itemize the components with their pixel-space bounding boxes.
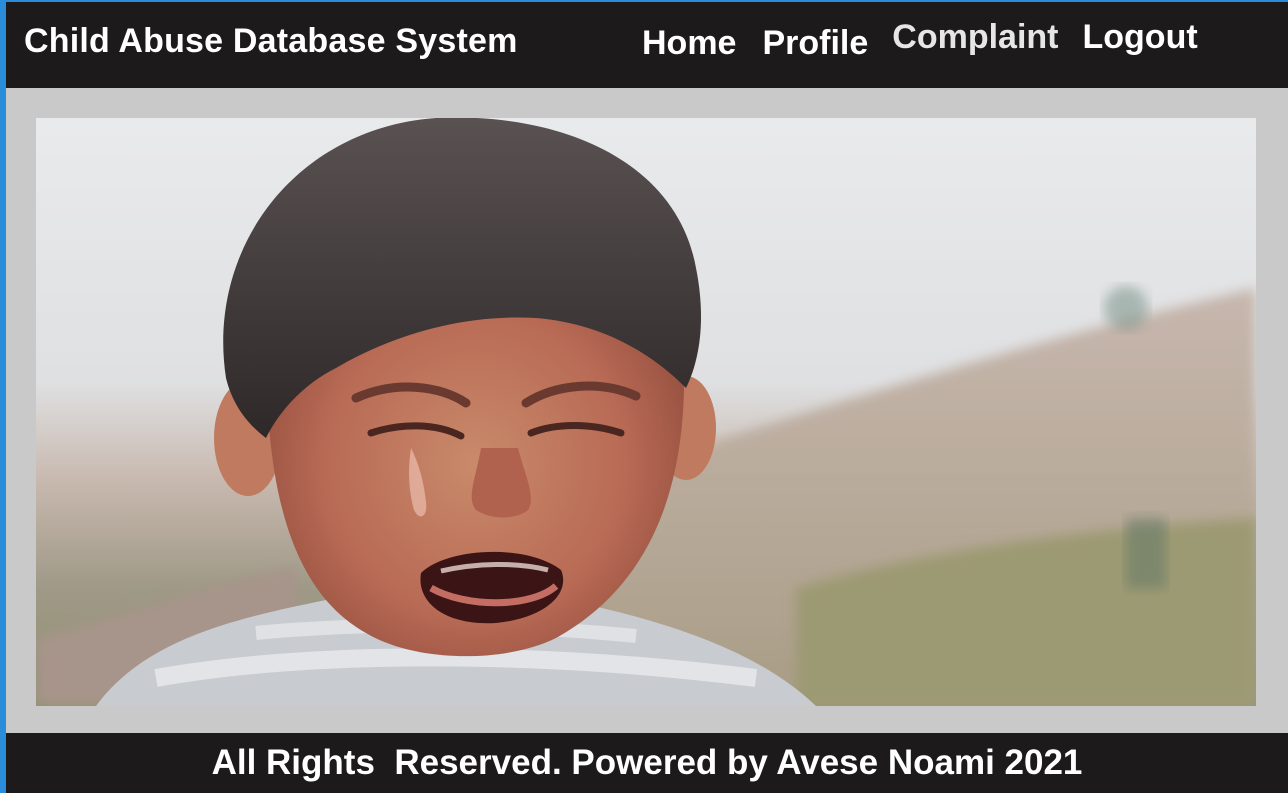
nav-links: Home Profile Complaint Logout	[642, 18, 1198, 63]
app-window: Child Abuse Database System Home Profile…	[0, 0, 1288, 793]
hero-image	[36, 118, 1256, 706]
top-navbar: Child Abuse Database System Home Profile…	[6, 2, 1288, 88]
site-title: Child Abuse Database System	[24, 22, 518, 60]
nav-link-complaint[interactable]: Complaint	[892, 18, 1058, 57]
footer-copyright: All Rights Reserved. Powered by Avese No…	[211, 743, 1083, 782]
nav-link-logout[interactable]: Logout	[1083, 18, 1198, 57]
crying-child-photo	[36, 118, 1256, 706]
nav-link-profile[interactable]: Profile	[762, 24, 868, 63]
nav-link-home[interactable]: Home	[642, 24, 736, 63]
footer-bar: All Rights Reserved. Powered by Avese No…	[6, 733, 1288, 793]
